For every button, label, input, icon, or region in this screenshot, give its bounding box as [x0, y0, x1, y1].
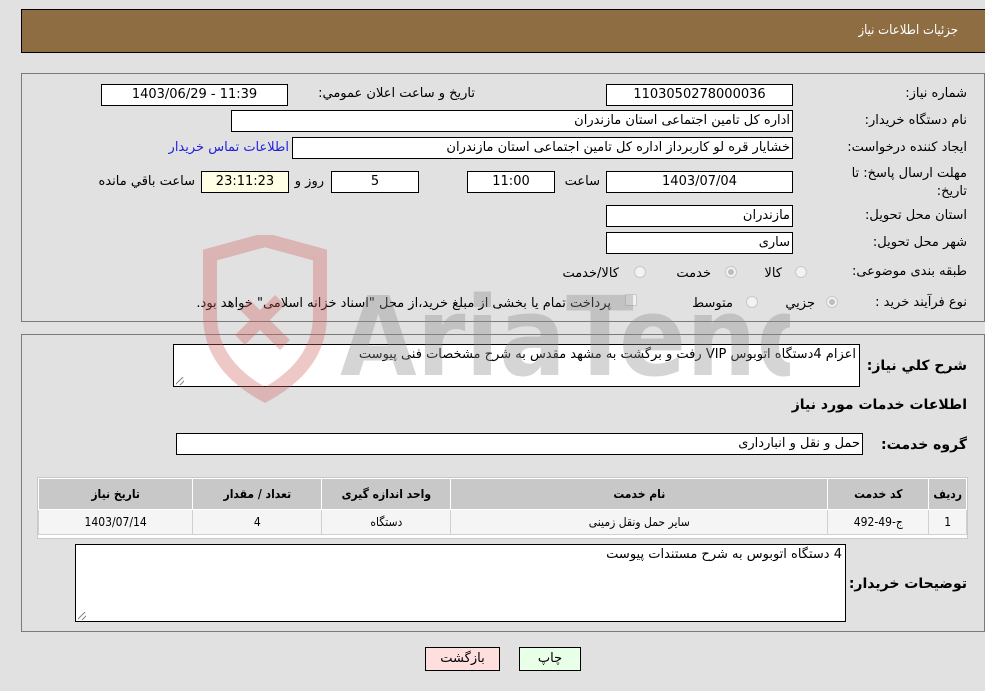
description-text: اعزام 4دستگاه اتوبوس VIP رفت و برگشت به …: [358, 347, 856, 362]
requester-field[interactable]: خشایار قره لو کاربرداز اداره کل تامین اج…: [292, 137, 793, 159]
requester-label: ایجاد کننده درخواست:: [847, 140, 967, 155]
deadline-time-field[interactable]: 11:00: [467, 171, 555, 193]
announce-datetime-field[interactable]: 1403/06/29 - 11:39: [101, 84, 288, 106]
category-goods-service-label: کالا/خدمت: [562, 266, 619, 281]
city-label: شهر محل تحویل:: [872, 235, 967, 250]
back-button[interactable]: بازگشت: [425, 647, 500, 671]
days-label: روز و: [294, 174, 324, 189]
table-row: 1 ج-49-492 سایر حمل ونقل زمینی دستگاه 4 …: [37, 509, 967, 535]
col-need-date: تاریخ نیاز: [37, 478, 194, 510]
description-textarea[interactable]: اعزام 4دستگاه اتوبوس VIP رفت و برگشت به …: [173, 344, 860, 387]
cell-need-date: 1403/07/14: [37, 509, 194, 535]
page-header: جزئیات اطلاعات نیاز: [21, 9, 985, 53]
province-label: استان محل تحویل:: [865, 208, 967, 223]
cell-service-name: سایر حمل ونقل زمینی: [450, 509, 829, 535]
col-quantity: تعداد / مقدار: [192, 478, 323, 510]
buyer-notes-textarea[interactable]: 4 دستگاه اتوبوس به شرح مستندات پیوست: [75, 544, 846, 622]
deadline-time-label: ساعت: [564, 174, 600, 189]
category-goods-label: کالا: [764, 266, 782, 281]
deadline-days-field[interactable]: 5: [331, 171, 419, 193]
buyer-contact-link[interactable]: اطلاعات تماس خریدار: [169, 140, 289, 155]
purchase-type-label: نوع فرآیند خرید :: [875, 295, 967, 310]
resize-handle-icon[interactable]: [78, 612, 86, 620]
city-field[interactable]: ساری: [606, 232, 793, 254]
remaining-time-field: 23:11:23: [201, 171, 289, 193]
deadline-date-field[interactable]: 1403/07/04: [606, 171, 793, 193]
purchase-radio-minor[interactable]: [826, 296, 838, 308]
cell-unit: دستگاه: [321, 509, 452, 535]
deadline-label: مهلت ارسال پاسخ: تا تاریخ:: [851, 166, 967, 199]
category-service-label: خدمت: [676, 266, 711, 281]
category-radio-service[interactable]: [725, 266, 737, 278]
cell-row-number: 1: [928, 509, 967, 535]
buyer-org-label: نام دستگاه خريدار:: [864, 113, 967, 128]
announce-datetime-label: تاریخ و ساعت اعلان عمومي:: [318, 86, 475, 101]
services-table-frame: ردیف کد خدمت نام خدمت واحد اندازه گیری ت…: [37, 477, 968, 539]
buyer-org-field[interactable]: اداره کل تامین اجتماعی استان مازندران: [231, 110, 793, 132]
col-row-number: ردیف: [928, 478, 967, 510]
services-section-title: اطلاعات خدمات مورد نیاز: [791, 397, 967, 413]
category-radio-goods-service[interactable]: [634, 266, 646, 278]
print-button[interactable]: چاپ: [519, 647, 581, 671]
resize-handle-icon[interactable]: [176, 377, 184, 385]
category-label: طبقه بندی موضوعی:: [851, 264, 967, 279]
services-table: ردیف کد خدمت نام خدمت واحد اندازه گیری ت…: [37, 478, 967, 535]
cell-service-code: ج-49-492: [827, 509, 930, 535]
table-header-row: ردیف کد خدمت نام خدمت واحد اندازه گیری ت…: [37, 478, 967, 510]
need-number-field[interactable]: 1103050278000036: [606, 84, 793, 106]
page-title: جزئیات اطلاعات نیاز: [858, 23, 958, 38]
col-unit: واحد اندازه گیری: [321, 478, 452, 510]
treasury-checkbox[interactable]: [625, 294, 637, 306]
purchase-radio-medium[interactable]: [746, 296, 758, 308]
service-group-field[interactable]: حمل و نقل و انبارداری: [176, 433, 863, 455]
buyer-notes-text: 4 دستگاه اتوبوس به شرح مستندات پیوست: [606, 547, 842, 562]
purchase-minor-label: جزيي: [785, 296, 815, 311]
need-number-label: شماره نیاز:: [905, 86, 967, 101]
treasury-checkbox-label: پرداخت تمام یا بخشی از مبلغ خرید،از محل …: [196, 296, 611, 311]
service-group-label: گروه خدمت:: [881, 437, 967, 453]
col-service-name: نام خدمت: [450, 478, 829, 510]
cell-quantity: 4: [192, 509, 323, 535]
buyer-notes-label: توضیحات خریدار:: [848, 576, 967, 592]
category-radio-goods[interactable]: [795, 266, 807, 278]
remaining-label: ساعت باقي مانده: [98, 174, 195, 189]
description-label: شرح كلي نياز:: [866, 358, 967, 374]
purchase-medium-label: متوسط: [692, 296, 733, 311]
province-field[interactable]: مازندران: [606, 205, 793, 227]
col-service-code: کد خدمت: [827, 478, 930, 510]
